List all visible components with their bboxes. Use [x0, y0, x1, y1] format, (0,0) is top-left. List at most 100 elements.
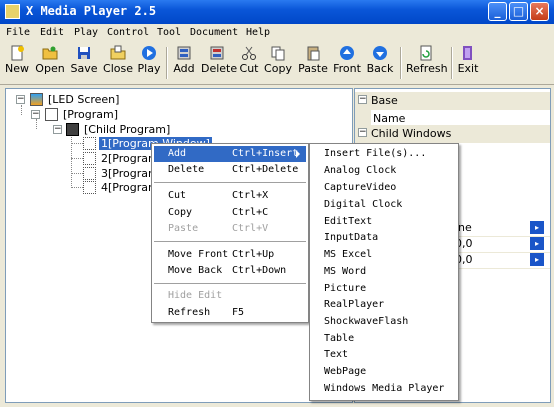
toolbar: New Open Save Close Play Add Delete Cut … [0, 43, 554, 85]
menu-play[interactable]: Play [74, 27, 98, 38]
window-icon [83, 181, 96, 194]
section-child-windows-label: Child Windows [371, 127, 452, 140]
submenu-ms-excel[interactable]: MS Excel [312, 247, 456, 263]
open-folder-icon [42, 46, 58, 60]
submenu-capture-video[interactable]: CaptureVideo [312, 180, 456, 196]
exit-button[interactable]: Exit [457, 45, 479, 81]
ellipsis-button[interactable]: ▸ [530, 253, 544, 266]
tree-line [71, 158, 83, 159]
tree-line [36, 119, 37, 129]
menu-item-hide-edit: Hide Edit [168, 290, 223, 301]
arrow-down-icon [373, 46, 387, 60]
section-base-label: Base [371, 94, 398, 107]
delete-button[interactable]: Delete [201, 45, 237, 81]
menu-bar: File Edit Play Control Tool Document Hel… [0, 24, 554, 43]
play-icon [142, 46, 156, 60]
submenu-text[interactable]: Text [312, 347, 456, 363]
copy-icon [271, 46, 285, 61]
menu-separator [154, 241, 306, 242]
refresh-button[interactable]: Refresh [406, 45, 448, 81]
ellipsis-button[interactable]: ▸ [530, 221, 544, 234]
tree-line [71, 187, 83, 188]
toolbar-separator [400, 47, 402, 79]
maximize-button[interactable]: □ [509, 2, 528, 21]
submenu-edit-text[interactable]: EditText [312, 214, 456, 230]
play-button[interactable]: Play [137, 45, 161, 81]
menu-item-add[interactable]: Add Ctrl+Insert [154, 146, 306, 162]
submenu-analog-clock[interactable]: Analog Clock [312, 163, 456, 179]
property-name-label: Name [373, 112, 406, 125]
section-base[interactable]: − Base [355, 92, 550, 110]
submenu-picture[interactable]: Picture [312, 281, 456, 297]
menu-item-cut[interactable]: Cut Ctrl+X [154, 188, 306, 204]
submenu-real-player[interactable]: RealPlayer [312, 297, 456, 313]
arrow-up-icon [340, 46, 354, 60]
window-icon [83, 137, 96, 150]
add-icon [177, 46, 191, 60]
menu-tool[interactable]: Tool [157, 27, 181, 38]
menu-item-delete[interactable]: Delete Ctrl+Delete [154, 162, 306, 178]
refresh-icon [420, 45, 432, 61]
menu-item-paste: Paste Ctrl+V [168, 223, 269, 234]
open-button[interactable]: Open [35, 45, 65, 81]
menu-help[interactable]: Help [246, 27, 270, 38]
submenu-shockwave-flash[interactable]: ShockwaveFlash [312, 314, 456, 330]
minimize-button[interactable]: _ [488, 2, 507, 21]
save-button[interactable]: Save [70, 45, 98, 81]
menu-document[interactable]: Document [190, 27, 238, 38]
submenu-table[interactable]: Table [312, 331, 456, 347]
title-bar: X Media Player 2.5 _ □ × [0, 0, 554, 24]
submenu-insert-files[interactable]: Insert File(s)... [312, 146, 456, 162]
toolbar-separator [451, 47, 453, 79]
program-icon [45, 108, 58, 121]
menu-item-move-front[interactable]: Move Front Ctrl+Up [154, 247, 306, 263]
submenu-arrow-icon [296, 150, 300, 158]
collapse-toggle[interactable]: − [16, 95, 25, 104]
menu-item-refresh[interactable]: Refresh F5 [154, 305, 306, 321]
section-child-windows[interactable]: − Child Windows [355, 125, 550, 143]
insert-submenu: Insert File(s)... Analog Clock CaptureVi… [309, 143, 459, 401]
paste-icon [307, 46, 320, 61]
new-file-icon [11, 45, 24, 61]
collapse-toggle[interactable]: − [358, 95, 367, 104]
close-window-button[interactable]: × [530, 2, 549, 21]
tree-node-child-program[interactable]: [Child Program] [84, 123, 170, 136]
tree-node-program[interactable]: [Program] [63, 108, 118, 121]
new-button[interactable]: New [4, 45, 30, 81]
collapse-toggle[interactable]: − [358, 128, 367, 137]
menu-item-copy[interactable]: Copy Ctrl+C [154, 205, 306, 221]
menu-file[interactable]: File [6, 27, 30, 38]
tree-line [71, 173, 83, 174]
ellipsis-button[interactable]: ▸ [530, 237, 544, 250]
app-icon [5, 4, 20, 19]
cut-button[interactable]: Cut [238, 45, 260, 81]
paste-button[interactable]: Paste [297, 45, 329, 81]
collapse-toggle[interactable]: − [53, 125, 62, 134]
tree-node-led-screen[interactable]: [LED Screen] [48, 93, 119, 106]
submenu-digital-clock[interactable]: Digital Clock [312, 197, 456, 213]
close-button[interactable]: Close [103, 45, 133, 81]
menu-item-move-back[interactable]: Move Back Ctrl+Down [154, 263, 306, 279]
toolbar-separator [166, 47, 168, 79]
add-button[interactable]: Add [172, 45, 196, 81]
back-button[interactable]: Back [366, 45, 394, 81]
window-icon [83, 152, 96, 165]
submenu-windows-media-player[interactable]: Windows Media Player [312, 381, 456, 397]
window-title: X Media Player 2.5 [26, 4, 157, 18]
context-menu: Add Ctrl+Insert Delete Ctrl+Delete Cut C… [151, 143, 309, 323]
led-screen-icon [30, 93, 43, 106]
menu-control[interactable]: Control [107, 27, 149, 38]
scissors-icon [242, 46, 256, 60]
front-button[interactable]: Front [333, 45, 361, 81]
save-disk-icon [78, 47, 90, 59]
menu-edit[interactable]: Edit [40, 27, 64, 38]
menu-separator [154, 283, 306, 284]
copy-button[interactable]: Copy [264, 45, 292, 81]
submenu-input-data[interactable]: InputData [312, 230, 456, 246]
child-program-icon [66, 123, 79, 136]
submenu-ms-word[interactable]: MS Word [312, 264, 456, 280]
collapse-toggle[interactable]: − [31, 110, 40, 119]
window-icon [83, 167, 96, 180]
tree-line [71, 133, 72, 186]
submenu-web-page[interactable]: WebPage [312, 364, 456, 380]
